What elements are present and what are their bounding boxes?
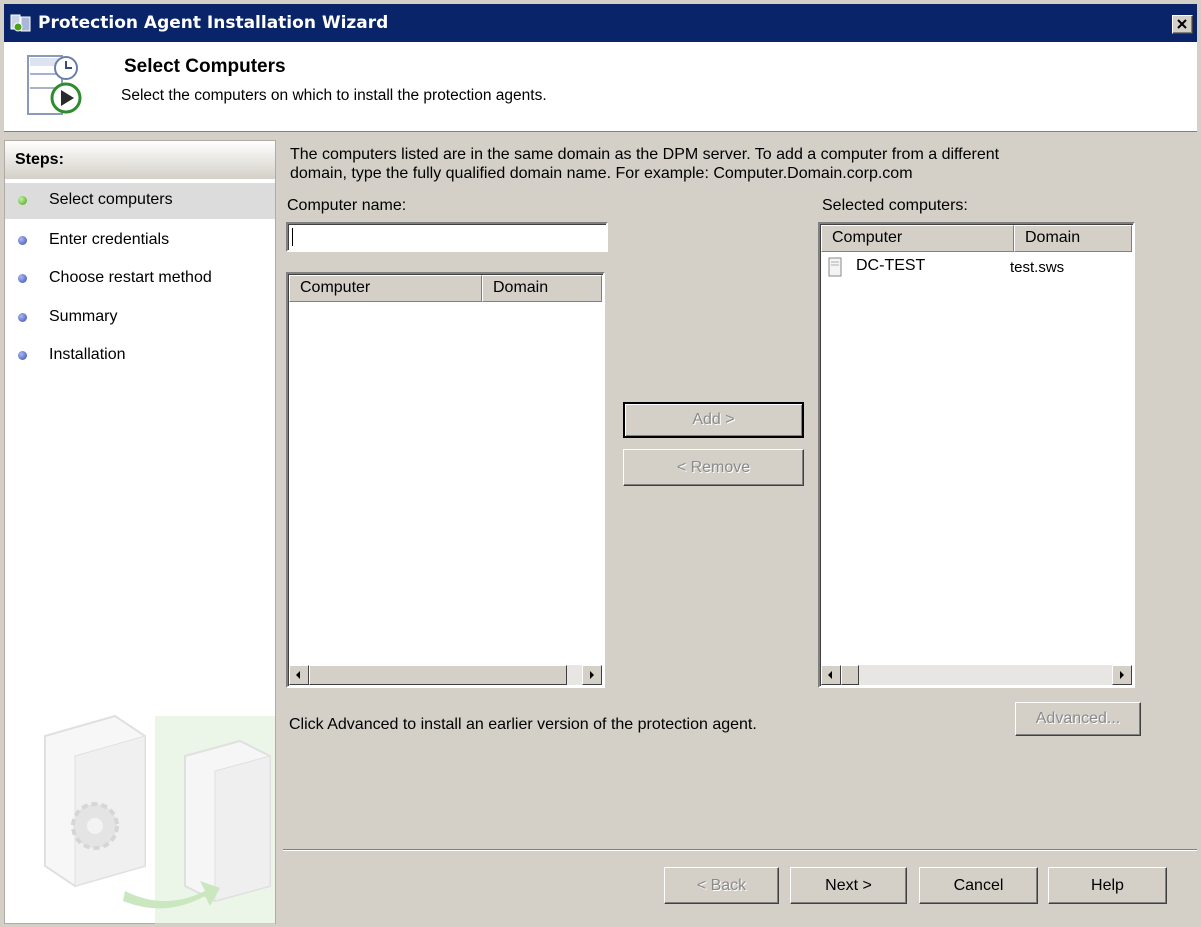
text-caret: [292, 228, 293, 246]
step-label: Summary: [49, 308, 118, 325]
step-bullet-icon: [18, 196, 27, 205]
arrow-right-icon: [590, 671, 594, 679]
footer-separator: [283, 849, 1197, 851]
window-title: Protection Agent Installation Wizard: [38, 13, 389, 33]
arrow-left-icon: [296, 671, 300, 679]
app-icon: [10, 14, 31, 32]
instructions-text: The computers listed are in the same dom…: [290, 145, 1170, 183]
back-button[interactable]: < Back: [664, 867, 779, 904]
title-bar[interactable]: Protection Agent Installation Wizard: [4, 4, 1197, 42]
selected-computers-label: Selected computers:: [822, 197, 968, 214]
scroll-thumb[interactable]: [309, 665, 567, 685]
arrow-left-icon: [828, 671, 832, 679]
table-row[interactable]: DC-TEST test.sws: [826, 256, 1126, 282]
arrow-right-icon: [1120, 671, 1124, 679]
advanced-hint-text: Click Advanced to install an earlier ver…: [289, 716, 757, 733]
scroll-left-button[interactable]: [821, 665, 841, 685]
steps-heading-label: Steps:: [15, 151, 64, 168]
instructions-line-1: The computers listed are in the same dom…: [290, 146, 1000, 163]
steps-pane: Steps: Select computers Enter credential…: [4, 140, 276, 924]
step-bullet-icon: [18, 236, 27, 245]
step-label: Choose restart method: [49, 269, 212, 286]
column-header-computer[interactable]: Computer: [821, 225, 1014, 252]
servers-illustration-icon: [44, 714, 275, 924]
next-button[interactable]: Next >: [790, 867, 907, 904]
step-label: Enter credentials: [49, 231, 170, 248]
page-title: Select Computers: [124, 56, 286, 77]
step-bullet-icon: [18, 274, 27, 283]
scroll-right-button[interactable]: [1112, 665, 1132, 685]
computer-name-label: Computer name:: [287, 197, 407, 214]
wizard-window: Protection Agent Installation Wizard Sel…: [0, 0, 1201, 927]
step-summary: Summary: [5, 300, 275, 336]
row-domain: test.sws: [1010, 259, 1065, 276]
instructions-line-2: domain, type the fully qualified domain …: [290, 165, 913, 182]
step-enter-credentials: Enter credentials: [5, 223, 275, 259]
list-header: Computer Domain: [821, 225, 1132, 252]
step-choose-restart-method: Choose restart method: [5, 261, 275, 297]
step-installation: Installation: [5, 338, 275, 374]
scroll-thumb[interactable]: [841, 665, 859, 685]
selected-computers-list[interactable]: Computer Domain DC-TEST test.sws: [818, 222, 1135, 688]
row-computer-name: DC-TEST: [856, 257, 926, 274]
computer-schedule-icon: [27, 55, 82, 115]
available-computers-list[interactable]: Computer Domain: [286, 272, 605, 688]
column-header-computer[interactable]: Computer: [289, 275, 482, 302]
help-button[interactable]: Help: [1048, 867, 1167, 904]
step-label: Installation: [49, 346, 126, 363]
page-subtitle: Select the computers on which to install…: [121, 87, 547, 104]
scroll-right-button[interactable]: [582, 665, 602, 685]
close-icon: [1177, 19, 1187, 29]
column-header-domain[interactable]: Domain: [482, 275, 602, 302]
step-label: Select computers: [49, 191, 173, 208]
column-header-domain[interactable]: Domain: [1014, 225, 1132, 252]
advanced-button[interactable]: Advanced...: [1015, 702, 1141, 736]
wizard-header: Select Computers Select the computers on…: [4, 42, 1197, 132]
list-header: Computer Domain: [289, 275, 602, 302]
steps-heading: Steps:: [5, 141, 275, 179]
step-bullet-icon: [18, 351, 27, 360]
step-bullet-icon: [18, 313, 27, 322]
close-button[interactable]: [1172, 15, 1193, 34]
horizontal-scrollbar[interactable]: [821, 665, 1132, 685]
remove-button[interactable]: < Remove: [623, 449, 804, 486]
add-button[interactable]: Add >: [623, 402, 804, 438]
step-select-computers: Select computers: [5, 183, 275, 219]
scroll-left-button[interactable]: [289, 665, 309, 685]
computer-name-input[interactable]: [286, 222, 608, 252]
cancel-button[interactable]: Cancel: [919, 867, 1038, 904]
computer-icon: [828, 257, 842, 277]
horizontal-scrollbar[interactable]: [289, 665, 602, 685]
